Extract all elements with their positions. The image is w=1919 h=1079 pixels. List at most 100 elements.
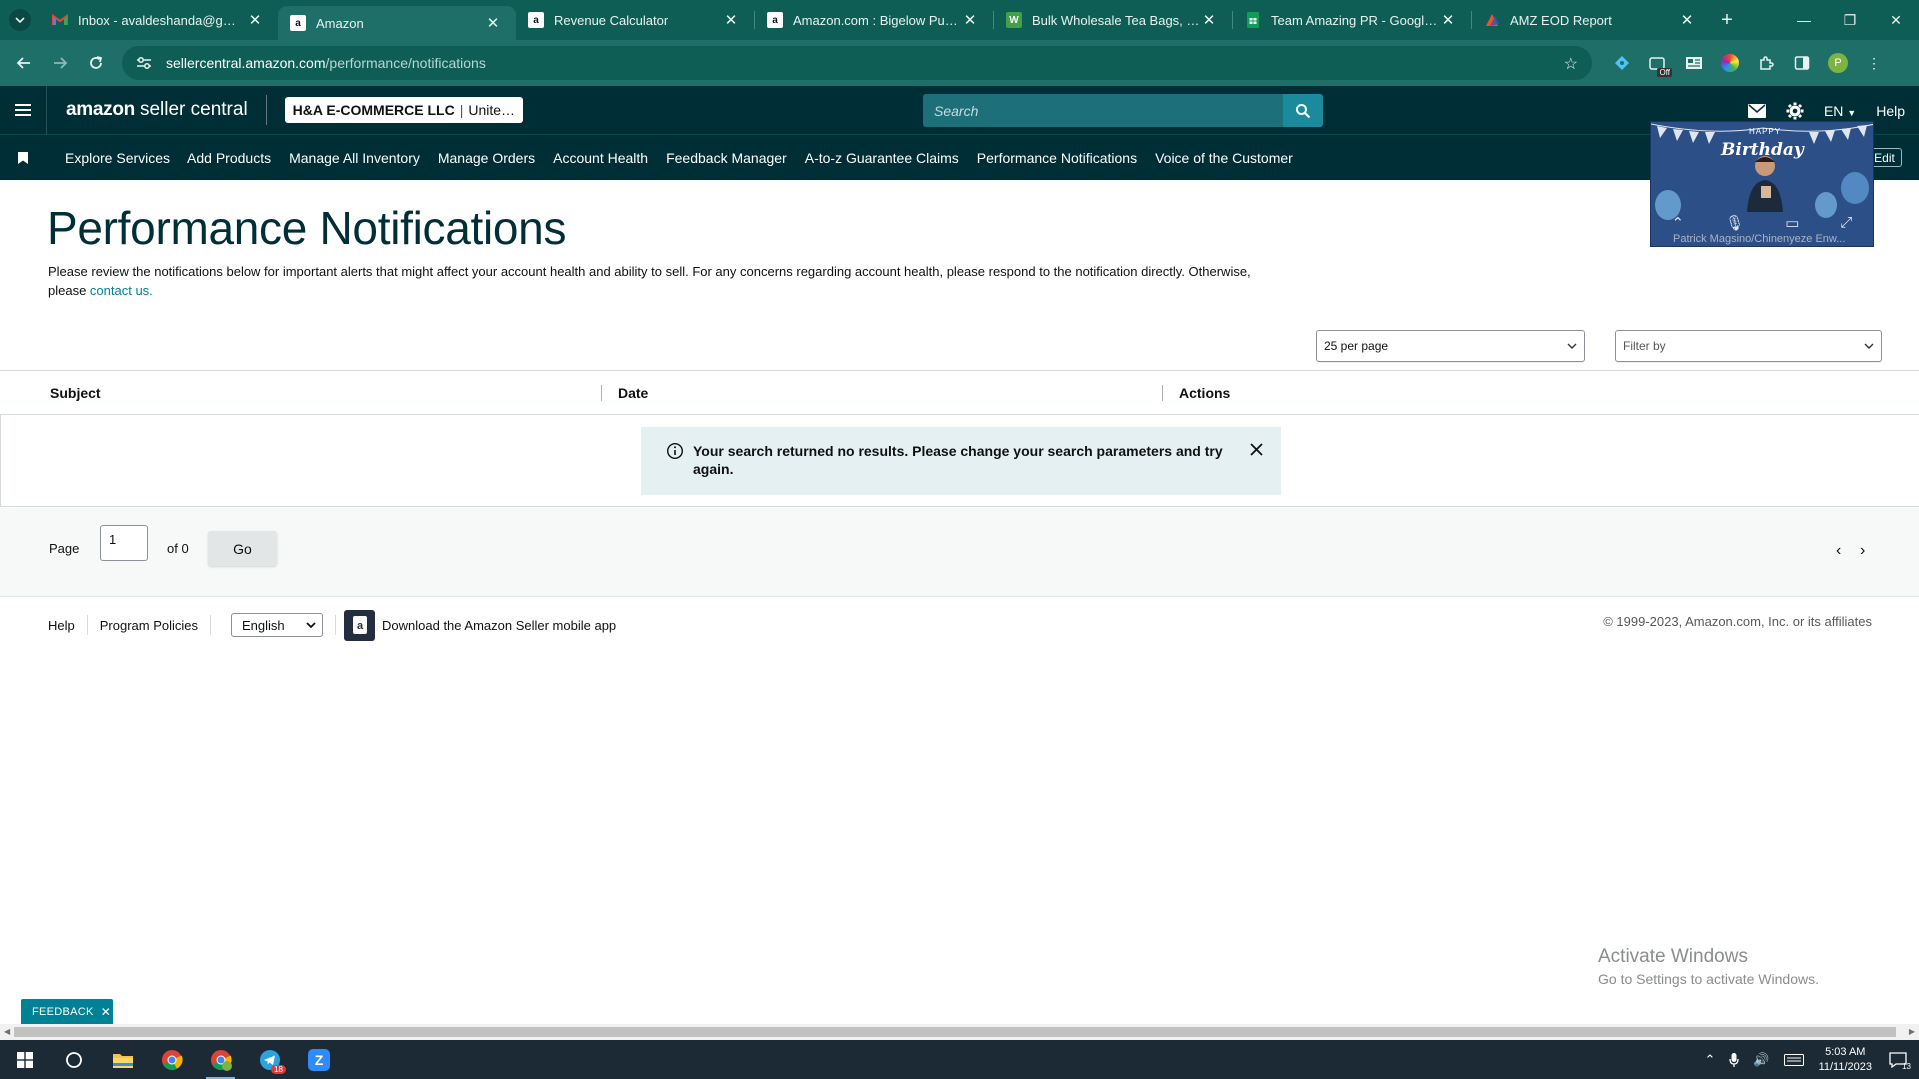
search-input[interactable]: Search — [923, 94, 1283, 127]
extension-image-icon[interactable] — [1676, 47, 1712, 79]
gear-icon[interactable] — [1786, 102, 1804, 120]
tab-bigelow[interactable]: a Amazon.com : Bigelow Pumpkin ✕ — [755, 0, 993, 40]
filter-by-select[interactable]: Filter by — [1615, 330, 1882, 362]
amazon-seller-app-icon[interactable]: a — [344, 609, 376, 641]
close-icon[interactable]: ✕ — [101, 1005, 111, 1019]
tab-gmail[interactable]: Inbox - avaldeshanda@gmail.co ✕ — [40, 0, 278, 40]
windows-start-icon[interactable] — [0, 1040, 49, 1079]
search-button[interactable] — [1283, 94, 1323, 127]
address-bar[interactable]: sellercentral.amazon.com/performance/not… — [122, 46, 1592, 80]
tab-revenue-calculator[interactable]: a Revenue Calculator ✕ — [516, 0, 754, 40]
account-switcher[interactable]: H&A E-COMMERCE LLC | Unite… — [284, 97, 524, 123]
chevron-up-icon[interactable]: ⌃ — [1672, 214, 1685, 232]
tab-close-icon[interactable]: ✕ — [961, 11, 979, 29]
per-page-select[interactable]: 25 per page — [1316, 330, 1585, 362]
extension-color-icon[interactable] — [1712, 47, 1748, 79]
new-tab-button[interactable]: + — [1710, 9, 1744, 32]
page-total: of 0 — [167, 541, 189, 556]
site-info-icon[interactable] — [136, 56, 156, 70]
download-app-link[interactable]: Download the Amazon Seller mobile app — [382, 618, 616, 633]
language-selector[interactable]: EN ▼ — [1824, 103, 1856, 119]
tab-eod-report[interactable]: AMZ EOD Report ✕ — [1472, 0, 1710, 40]
extension-off-icon[interactable]: Off — [1640, 47, 1676, 79]
nav-feedback-manager[interactable]: Feedback Manager — [666, 150, 787, 166]
video-call-tile[interactable]: HAPPY Birthday ⌃ 🎙 ▭ ⤢ Patrick Magsino/C… — [1650, 121, 1874, 247]
tab-close-icon[interactable]: ✕ — [1439, 11, 1457, 29]
tab-close-icon[interactable]: ✕ — [722, 11, 740, 29]
bookmark-star-icon[interactable]: ☆ — [1564, 54, 1578, 74]
scroll-right-icon[interactable]: ▶ — [1909, 1027, 1915, 1036]
browser-menu-icon[interactable]: ⋮ — [1856, 47, 1892, 79]
minimize-icon[interactable]: — — [1781, 0, 1827, 40]
nav-add-products[interactable]: Add Products — [187, 150, 271, 166]
restore-icon[interactable]: ❐ — [1827, 0, 1873, 40]
nav-a-to-z-claims[interactable]: A-to-z Guarantee Claims — [805, 150, 959, 166]
extension-puzzle-blue-icon[interactable] — [1604, 47, 1640, 79]
footer-help-link[interactable]: Help — [48, 618, 75, 633]
hamburger-menu-icon[interactable] — [0, 101, 46, 119]
tab-close-icon[interactable]: ✕ — [1678, 11, 1696, 29]
column-date[interactable]: Date — [618, 385, 648, 401]
chevron-left-icon[interactable]: ‹ — [1836, 542, 1841, 560]
contact-us-link[interactable]: contact us. — [90, 283, 153, 298]
reload-icon — [90, 56, 103, 69]
file-explorer-icon[interactable] — [98, 1040, 147, 1079]
tab-wholesale-tea[interactable]: W Bulk Wholesale Tea Bags, Sache ✕ — [994, 0, 1232, 40]
tab-search-button[interactable] — [0, 0, 40, 40]
camera-icon[interactable]: ▭ — [1785, 214, 1799, 232]
column-divider — [1162, 385, 1163, 401]
seller-central-logo[interactable]: amazon seller central — [46, 85, 248, 135]
reload-button[interactable] — [80, 47, 112, 79]
logo-seller-central-text: seller central — [139, 99, 248, 120]
telegram-icon[interactable]: 18 — [245, 1040, 294, 1079]
nav-manage-all-inventory[interactable]: Manage All Inventory — [289, 150, 420, 166]
cortana-icon[interactable] — [49, 1040, 98, 1079]
browser-toolbar: sellercentral.amazon.com/performance/not… — [0, 40, 1919, 86]
tab-google-sheets[interactable]: Team Amazing PR - Google She ✕ — [1233, 0, 1471, 40]
help-link[interactable]: Help — [1876, 103, 1905, 119]
tab-close-icon[interactable]: ✕ — [484, 14, 502, 32]
feedback-button[interactable]: FEEDBACK ✕ — [21, 999, 113, 1024]
chrome-icon[interactable] — [147, 1040, 196, 1079]
tab-amazon[interactable]: a Amazon ✕ — [278, 6, 516, 40]
chevron-right-icon[interactable]: › — [1860, 542, 1865, 560]
edit-nav-button[interactable]: Edit — [1872, 148, 1902, 167]
back-button[interactable] — [8, 47, 40, 79]
side-panel-icon[interactable] — [1784, 47, 1820, 79]
nav-account-health[interactable]: Account Health — [553, 150, 648, 166]
windows-activation-watermark: Activate Windows Go to Settings to activ… — [1598, 946, 1819, 987]
zoom-icon[interactable]: Z — [294, 1040, 343, 1079]
tab-close-icon[interactable]: ✕ — [246, 11, 264, 29]
close-icon[interactable] — [1250, 443, 1263, 456]
keyboard-icon[interactable] — [1783, 1053, 1804, 1066]
tab-close-icon[interactable]: ✕ — [1200, 11, 1218, 29]
profile-avatar[interactable]: P — [1820, 47, 1856, 79]
nav-voice-of-customer[interactable]: Voice of the Customer — [1155, 150, 1293, 166]
pagination-bar: Page 1 of 0 Go ‹ › — [0, 508, 1919, 597]
microphone-icon[interactable]: 🎙 — [1725, 214, 1744, 232]
table-body: Your search returned no results. Please … — [0, 415, 1919, 507]
go-button[interactable]: Go — [208, 531, 277, 566]
horizontal-scrollbar[interactable]: ◀ ▶ — [0, 1024, 1919, 1040]
tray-chevron-up-icon[interactable]: ⌃ — [1704, 1052, 1715, 1068]
program-policies-link[interactable]: Program Policies — [100, 618, 198, 633]
mail-icon[interactable] — [1747, 103, 1766, 118]
notification-center-icon[interactable]: 13 — [1889, 1051, 1911, 1071]
nav-explore-services[interactable]: Explore Services — [65, 150, 170, 166]
bookmark-icon[interactable] — [0, 151, 46, 164]
taskbar-clock[interactable]: 5:03 AM 11/11/2023 — [1819, 1045, 1872, 1075]
footer-language-select[interactable]: English — [231, 613, 324, 637]
close-window-icon[interactable]: ✕ — [1873, 0, 1919, 40]
expand-icon[interactable]: ⤢ — [1840, 214, 1852, 232]
volume-icon[interactable]: 🔊 — [1753, 1052, 1769, 1068]
nav-performance-notifications[interactable]: Performance Notifications — [977, 150, 1137, 166]
nav-manage-orders[interactable]: Manage Orders — [438, 150, 535, 166]
chrome-profile-icon[interactable] — [196, 1040, 245, 1079]
scroll-left-icon[interactable]: ◀ — [4, 1027, 10, 1036]
tray-microphone-icon[interactable] — [1729, 1052, 1740, 1067]
scrollbar-thumb[interactable] — [14, 1027, 1896, 1037]
forward-button[interactable] — [44, 47, 76, 79]
column-subject[interactable]: Subject — [50, 385, 101, 401]
page-number-input[interactable]: 1 — [100, 525, 148, 561]
extensions-puzzle-icon[interactable] — [1748, 47, 1784, 79]
